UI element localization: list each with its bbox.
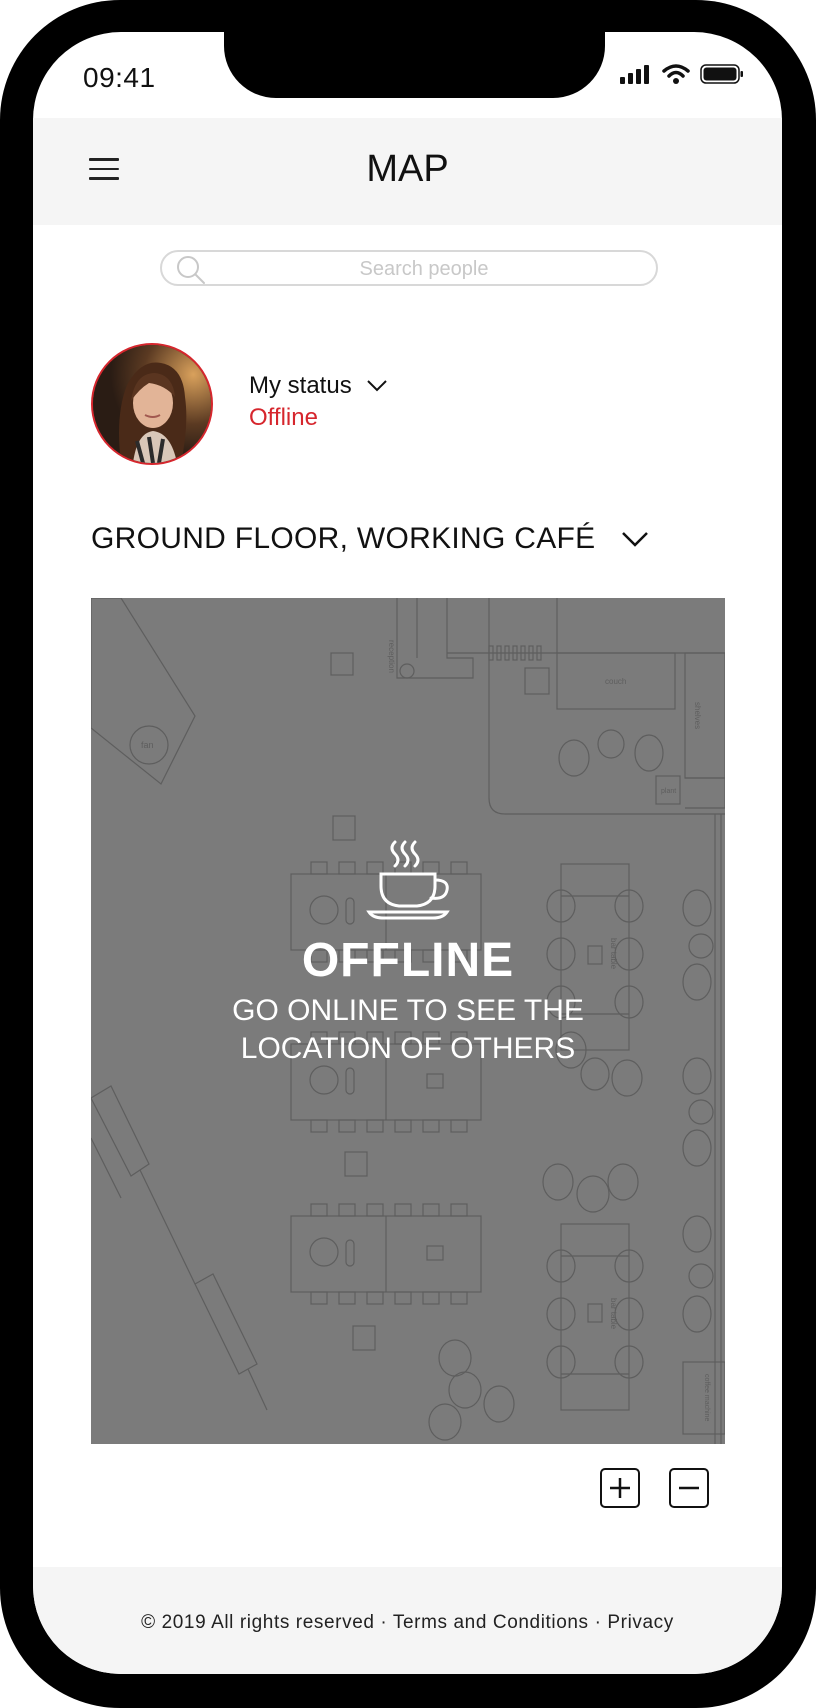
zoom-out-button[interactable]: [669, 1468, 709, 1508]
app-bar: MAP: [33, 118, 782, 225]
device-notch: [224, 32, 605, 98]
map-label-plant: plant: [661, 788, 676, 795]
offline-message-line2: LOCATION OF OTHERS: [240, 1032, 576, 1065]
search-icon: [177, 256, 205, 284]
offline-title: OFFLINE: [301, 934, 515, 987]
avatar[interactable]: [91, 343, 213, 465]
page-title: MAP: [366, 148, 449, 190]
status-value: Offline: [249, 404, 318, 431]
status-time: 09:41: [83, 62, 156, 93]
minus-icon: [679, 1486, 699, 1490]
status-label: My status: [249, 372, 352, 399]
footer-separator: ·: [594, 1612, 602, 1633]
map-label-couch: couch: [605, 677, 626, 686]
map-label-bar-table-2: bar table: [609, 1298, 618, 1330]
screen: 09:41 MAP Search people My status Offlin…: [33, 32, 782, 1674]
floor-label: GROUND FLOOR, WORKING CAFÉ: [91, 522, 596, 555]
floor-selector[interactable]: GROUND FLOOR, WORKING CAFÉ: [91, 522, 649, 556]
zoom-in-button[interactable]: [600, 1468, 640, 1508]
coffee-cup-icon: [366, 840, 450, 920]
offline-message-line1: GO ONLINE TO SEE THE: [232, 994, 584, 1027]
profile-photo: [93, 345, 211, 463]
floor-map[interactable]: fan reception couch shelves plant bar ta…: [91, 598, 725, 1444]
footer-text: © 2019 All rights reserved · Terms and C…: [33, 1612, 782, 1634]
status-icons: [620, 64, 744, 84]
plus-icon: [610, 1478, 630, 1498]
map-label-shelves: shelves: [693, 702, 702, 729]
map-label-coffee-machine: coffee machine: [703, 1374, 710, 1421]
terms-link[interactable]: Terms and Conditions: [393, 1612, 589, 1633]
signal-icon: [620, 65, 649, 84]
chevron-down-icon: [622, 532, 649, 547]
search-bar[interactable]: [160, 250, 658, 286]
privacy-link[interactable]: Privacy: [607, 1612, 674, 1633]
wifi-icon: [662, 64, 690, 84]
chevron-down-icon: [366, 380, 387, 392]
footer-separator: ·: [380, 1612, 388, 1633]
map-label-reception: reception: [387, 640, 396, 673]
offline-message: GO ONLINE TO SEE THE LOCATION OF OTHERS: [91, 992, 725, 1068]
my-status: My status Offline: [249, 372, 388, 432]
status-dropdown[interactable]: My status: [249, 372, 388, 400]
offline-overlay: OFFLINE GO ONLINE TO SEE THE LOCATION OF…: [91, 838, 725, 1068]
svg-text:fan: fan: [141, 740, 154, 750]
battery-icon: [700, 64, 743, 84]
copyright-text: © 2019 All rights reserved: [141, 1612, 375, 1633]
search-input[interactable]: [212, 254, 636, 284]
phone-frame: 09:41 MAP Search people My status Offlin…: [0, 0, 816, 1708]
footer: © 2019 All rights reserved · Terms and C…: [33, 1567, 782, 1674]
